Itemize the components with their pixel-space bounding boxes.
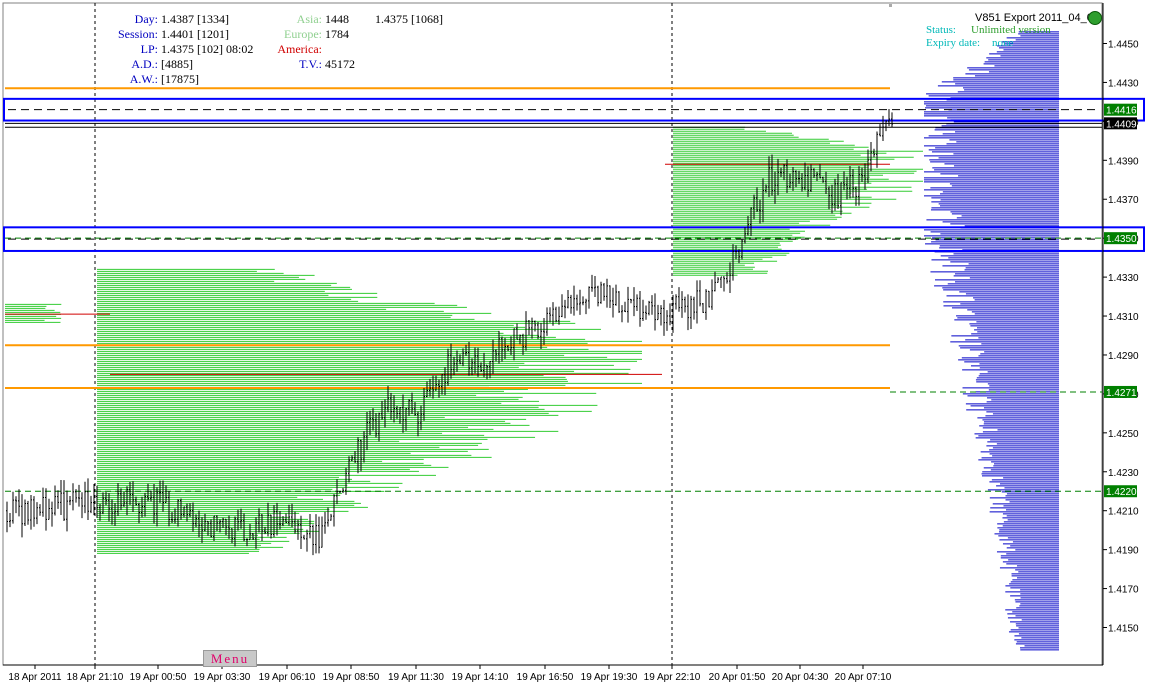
info-value-lp: 1.4375 [102] 08:02 — [161, 42, 254, 56]
y-tick-label: 1.4230 — [1108, 468, 1139, 479]
info-value-session: 1.4401 [1201] — [161, 27, 229, 41]
y-tick-label: 1.4150 — [1108, 624, 1139, 635]
x-tick-label: 19 Apr 16:50 — [517, 672, 574, 683]
info-row-day: Day: 1.4387 [1334] — [110, 12, 253, 27]
expiry-label: Expiry date: — [926, 37, 981, 49]
status-row: Status: Unlimited version — [926, 24, 1051, 37]
session-value-tv: 45172 — [325, 57, 355, 71]
menu-button[interactable]: Menu — [203, 650, 257, 667]
price-label-text: 1.4271 — [1106, 388, 1137, 399]
session-label-tv: T.V.: — [299, 57, 322, 71]
session-row-europe: Europe: 1784 — [272, 27, 443, 42]
y-tick-label: 1.4370 — [1108, 195, 1139, 206]
price-label-text: 1.4409 — [1106, 119, 1137, 130]
session-label-europe: Europe: — [284, 27, 322, 41]
x-tick-label: 18 Apr 2011 — [8, 672, 62, 683]
price-chart[interactable]: 1.44501.44301.44101.43901.43701.43501.43… — [0, 0, 1152, 686]
session-row-america: America: — [272, 42, 443, 57]
expiry-value: none — [992, 37, 1014, 49]
price-label-text: 1.4220 — [1106, 487, 1137, 498]
y-tick-label: 1.4290 — [1108, 351, 1139, 362]
info-label-aw: A.W.: — [129, 72, 158, 86]
session-label-america: America: — [277, 42, 322, 56]
y-tick-label: 1.4170 — [1108, 585, 1139, 596]
x-tick-label: 19 Apr 22:10 — [644, 672, 701, 683]
y-tick-label: 1.4330 — [1108, 273, 1139, 284]
session-value-asia: 1448 — [325, 12, 349, 26]
window-corner-icon — [889, 4, 892, 7]
y-axis: 1.44501.44301.44101.43901.43701.43501.43… — [1102, 3, 1139, 665]
session-value-europe: 1784 — [325, 27, 349, 41]
info-row-aw: A.W.: [17875] — [110, 72, 253, 87]
info-label-lp: LP: — [140, 42, 158, 56]
license-panel: Status: Unlimited version Expiry date: non… — [926, 24, 1051, 50]
x-tick-label: 19 Apr 19:30 — [581, 672, 638, 683]
status-globe-icon — [1088, 11, 1102, 25]
info-panel-left: Day: 1.4387 [1334] Session: 1.4401 [1201… — [110, 12, 253, 87]
info-value-day: 1.4387 [1334] — [161, 12, 229, 26]
price-label-text: 1.4416 — [1106, 106, 1137, 117]
info-row-session: Session: 1.4401 [1201] — [110, 27, 253, 42]
y-tick-label: 1.4450 — [1108, 40, 1139, 51]
y-tick-label: 1.4190 — [1108, 546, 1139, 557]
x-tick-label: 20 Apr 01:50 — [709, 672, 766, 683]
x-axis: 18 Apr 2011 18 Apr 21:10 19 Apr 00:50 19 Ap… — [3, 664, 1103, 683]
x-tick-label: 19 Apr 11:30 — [388, 672, 444, 683]
status-value: Unlimited version — [971, 24, 1051, 36]
session-extra-asia: 1.4375 [1068] — [375, 12, 443, 26]
x-tick-label: 19 Apr 08:50 — [323, 672, 380, 683]
info-value-ad: [4885] — [161, 57, 193, 71]
x-tick-label: 19 Apr 06:10 — [259, 672, 316, 683]
session-row-asia: Asia: 1448 1.4375 [1068] — [272, 12, 443, 27]
y-tick-label: 1.4430 — [1108, 78, 1139, 89]
x-tick-label: 19 Apr 00:50 — [130, 672, 187, 683]
info-row-lp: LP: 1.4375 [102] 08:02 — [110, 42, 254, 57]
info-label-day: Day: — [134, 12, 158, 26]
expiry-row: Expiry date: none — [926, 37, 1051, 50]
x-tick-label: 20 Apr 04:30 — [772, 672, 829, 683]
session-label-asia: Asia: — [296, 12, 322, 26]
x-tick-label: 18 Apr 21:10 — [67, 672, 124, 683]
y-tick-label: 1.4250 — [1108, 429, 1139, 440]
info-label-ad: A.D.: — [131, 57, 158, 71]
session-row-tv: T.V.: 45172 — [272, 57, 443, 72]
info-label-session: Session: — [117, 27, 158, 41]
x-tick-label: 20 Apr 07:10 — [835, 672, 892, 683]
info-panel-sessions: Asia: 1448 1.4375 [1068] Europe: 1784 Ame… — [272, 12, 443, 72]
price-label-text: 1.4350 — [1106, 234, 1137, 245]
y-tick-label: 1.4310 — [1108, 312, 1139, 323]
x-tick-label: 19 Apr 14:10 — [452, 672, 509, 683]
x-tick-label: 19 Apr 03:30 — [194, 672, 251, 683]
info-row-ad: A.D.: [4885] — [110, 57, 253, 72]
info-value-aw: [17875] — [161, 72, 199, 86]
status-label: Status: — [926, 24, 956, 36]
y-tick-label: 1.4390 — [1108, 156, 1139, 167]
y-tick-label: 1.4210 — [1108, 507, 1139, 518]
